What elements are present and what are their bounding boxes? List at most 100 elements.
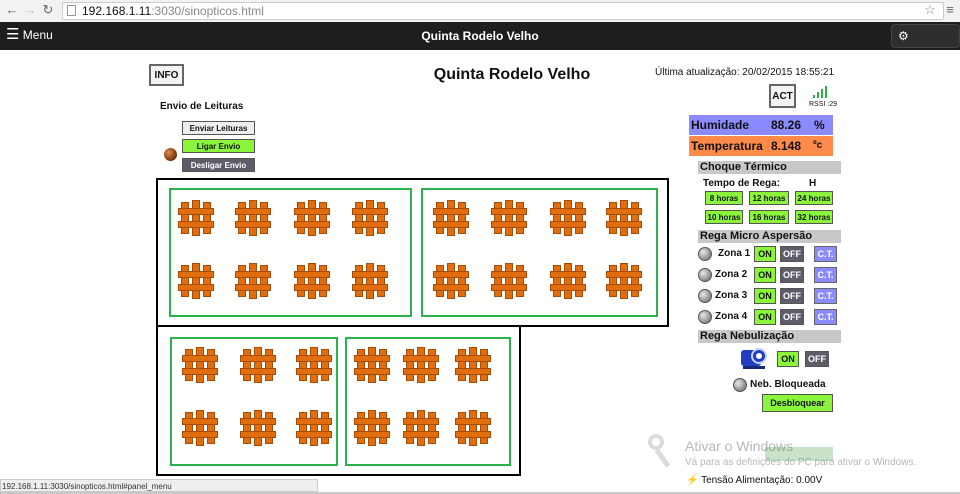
- zona4-label: Zona 4: [715, 311, 748, 322]
- plant-icon: [433, 200, 469, 236]
- address-bar[interactable]: 192.168.1.11:3030/sinopticos.html: [62, 2, 944, 20]
- plant-icon: [455, 347, 491, 383]
- nebul-blocked-label: Neb. Bloqueada: [750, 379, 826, 390]
- choque-8h-button[interactable]: 8 horas: [705, 191, 743, 205]
- tension-readout: ⚡ Tensão Alimentação: 0.00V: [686, 475, 822, 486]
- menu-button[interactable]: ☰ Menu: [2, 24, 57, 46]
- temperature-label: Temperatura: [691, 139, 763, 153]
- signal-icon: [809, 85, 833, 99]
- plant-icon: [491, 263, 527, 299]
- plant-icon: [296, 410, 332, 446]
- choque-24h-button[interactable]: 24 horas: [795, 191, 833, 205]
- choque-16h-button[interactable]: 16 horas: [749, 210, 789, 224]
- forward-icon[interactable]: →: [22, 2, 38, 18]
- app-header: ☰ Menu Quinta Rodelo Velho ⚙ Opções: [0, 22, 960, 65]
- zona1-ct-button[interactable]: C.T.: [814, 246, 837, 262]
- zona2-status-icon: [698, 268, 712, 282]
- plant-icon: [240, 410, 276, 446]
- plant-icon: [354, 347, 390, 383]
- zona4-off-button[interactable]: OFF: [780, 309, 804, 325]
- enviar-leituras-button[interactable]: Enviar Leituras: [182, 121, 255, 135]
- temperature-unit: ºc: [813, 140, 823, 151]
- choque-12h-button[interactable]: 12 horas: [749, 191, 789, 205]
- bookmark-star-icon[interactable]: ☆: [922, 2, 938, 18]
- options-button[interactable]: ⚙ Opções: [891, 24, 960, 65]
- plant-icon: [433, 263, 469, 299]
- choque-termico-header: Choque Térmico: [698, 161, 841, 174]
- zona2-label: Zona 2: [715, 269, 748, 280]
- zona2-off-button[interactable]: OFF: [780, 267, 804, 283]
- micro-aspersao-header: Rega Micro Aspersão: [698, 230, 841, 243]
- zona1-status-icon: [698, 247, 712, 261]
- zona3-off-button[interactable]: OFF: [780, 288, 804, 304]
- humidity-unit: %: [814, 118, 825, 132]
- plant-icon: [403, 347, 439, 383]
- tension-text: Tensão Alimentação: 0.00V: [701, 475, 823, 486]
- ligar-envio-button[interactable]: Ligar Envio: [182, 139, 255, 153]
- url-path: :3030/sinopticos.html: [151, 4, 264, 18]
- last-update: Última atualização: 20/02/2015 18:55:21: [655, 67, 835, 78]
- browser-toolbar: ← → ↻ 192.168.1.11:3030/sinopticos.html …: [0, 0, 960, 23]
- act-button[interactable]: ACT: [769, 84, 796, 108]
- info-button[interactable]: INFO: [149, 64, 184, 86]
- humidity-box: Humidade 88.26 %: [689, 115, 833, 135]
- zona2-ct-button[interactable]: C.T.: [814, 267, 837, 283]
- plant-icon: [182, 410, 218, 446]
- page-icon: [67, 5, 76, 16]
- zona3-ct-button[interactable]: C.T.: [814, 288, 837, 304]
- status-url-bar: 192.168.1.11:3030/sinopticos.html#panel_…: [0, 479, 318, 492]
- plant-icon: [235, 263, 271, 299]
- plant-icon: [240, 347, 276, 383]
- reload-icon[interactable]: ↻: [40, 2, 56, 18]
- nebul-on-button[interactable]: ON: [777, 351, 799, 367]
- plant-icon: [235, 200, 271, 236]
- desbloquear-button[interactable]: Desbloquear: [762, 394, 833, 412]
- url-host: 192.168.1.11: [82, 4, 152, 18]
- zona3-on-button[interactable]: ON: [754, 288, 776, 304]
- envio-status-led: [164, 148, 177, 161]
- plant-icon: [455, 410, 491, 446]
- zona4-ct-button[interactable]: C.T.: [814, 309, 837, 325]
- plant-icon: [403, 410, 439, 446]
- zona4-on-button[interactable]: ON: [754, 309, 776, 325]
- plant-icon: [182, 347, 218, 383]
- plant-icon: [294, 200, 330, 236]
- humidity-label: Humidade: [691, 118, 750, 132]
- nebul-off-button[interactable]: OFF: [805, 351, 829, 367]
- header-title: Quinta Rodelo Velho: [421, 29, 539, 43]
- plant-icon: [491, 200, 527, 236]
- tempo-rega-label: Tempo de Rega:: [703, 178, 781, 189]
- plant-icon: [296, 347, 332, 383]
- plant-icon: [550, 263, 586, 299]
- nebulizacao-header: Rega Nebulização: [698, 330, 841, 343]
- key-icon: [648, 434, 678, 468]
- plant-icon: [606, 200, 642, 236]
- pump-icon: [741, 346, 769, 370]
- menu-label: Menu: [22, 28, 53, 42]
- zona1-on-button[interactable]: ON: [754, 246, 776, 262]
- zona3-label: Zona 3: [715, 290, 748, 301]
- temperature-value: 8.148: [771, 139, 802, 153]
- plug-icon: ⚡: [686, 475, 699, 486]
- plant-icon: [354, 410, 390, 446]
- back-icon[interactable]: ←: [4, 2, 20, 18]
- zona1-label: Zona 1: [718, 248, 751, 259]
- plant-icon: [178, 263, 214, 299]
- plant-icon: [294, 263, 330, 299]
- plant-icon: [352, 200, 388, 236]
- choque-32h-button[interactable]: 32 horas: [795, 210, 833, 224]
- tempo-rega-value: H: [809, 178, 817, 189]
- plant-icon: [178, 200, 214, 236]
- temperature-box: Temperatura 8.148 ºc: [689, 136, 833, 156]
- options-label: Opções: [898, 51, 940, 65]
- leituras-title: Envio de Leituras: [160, 101, 244, 112]
- nebul-status-icon: [733, 378, 747, 392]
- desligar-envio-button[interactable]: Desligar Envio: [182, 158, 255, 172]
- rssi-value: RSSI :29: [809, 101, 838, 108]
- zona1-off-button[interactable]: OFF: [780, 246, 804, 262]
- choque-10h-button[interactable]: 10 horas: [705, 210, 743, 224]
- zona2-on-button[interactable]: ON: [754, 267, 776, 283]
- zona4-status-icon: [698, 310, 712, 324]
- plant-icon: [550, 200, 586, 236]
- browser-menu-icon[interactable]: ≡: [942, 2, 958, 18]
